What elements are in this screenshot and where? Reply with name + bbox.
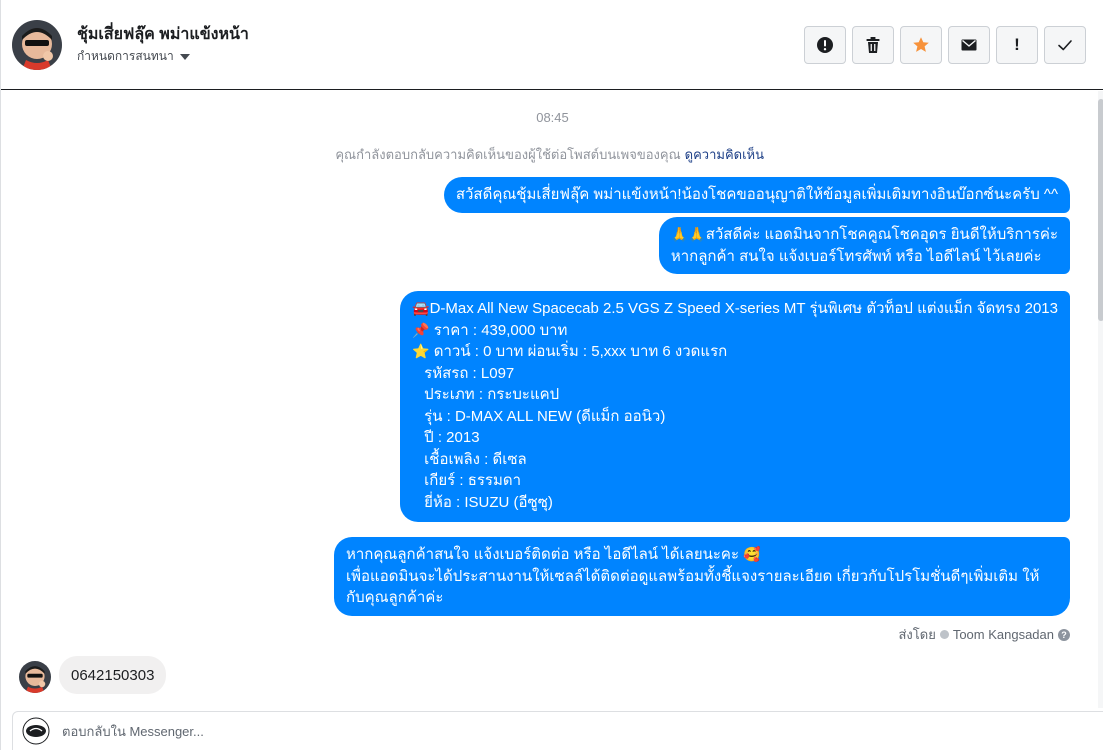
message-line: หากคุณลูกค้าสนใจ แจ้งเบอร์ติดต่อ หรือ ไอ…: [346, 544, 1058, 566]
checkmark-icon: [1058, 40, 1072, 51]
avatar-image: [12, 20, 62, 70]
listing-type: ประเภท : กระบะแคป: [424, 386, 560, 403]
message-text: หากลูกค้า สนใจ แจ้งเบอร์โทรศัพท์ หรือ ไอ…: [670, 247, 1042, 265]
message-line: ⭐ ดาวน์ : 0 บาท ผ่อนเริ่ม : 5,xxx บาท 6 …: [412, 341, 1058, 363]
message-text: 0642150303: [71, 666, 155, 684]
page-logo-image: [22, 717, 50, 745]
listing-down-payment: ดาวน์ : 0 บาท ผ่อนเริ่ม : 5,xxx บาท 6 งว…: [429, 343, 728, 360]
comment-reply-text: คุณกำลังตอบกลับความคิดเห็นของผู้ใช้ต่อโพ…: [335, 147, 681, 162]
outgoing-message-car-listing[interactable]: 🚘D-Max All New Spacecab 2.5 VGS Z Speed …: [400, 291, 1070, 522]
spam-icon: [817, 37, 833, 53]
reply-composer: [12, 711, 1103, 750]
caret-down-icon: [179, 53, 190, 60]
message-text: เพื่อแอดมินจะได้ประสานงานให้เซลล์ได้ติดต…: [346, 567, 1040, 607]
listing-price: ราคา : 439,000 บาท: [429, 321, 568, 339]
assign-conversation-dropdown[interactable]: กำหนดการสนทนา: [77, 47, 190, 66]
thread-scrollbar[interactable]: [1098, 91, 1103, 708]
star-icon: [913, 37, 929, 52]
outgoing-message[interactable]: สวัสดีคุณชุ้มเสี่ยฟลุ๊ค พม่าแข้งหน้า!น้อ…: [443, 177, 1070, 213]
view-comment-link[interactable]: ดูความคิดเห็น: [685, 147, 764, 162]
listing-brand: ยี่ห้อ : ISUZU (อีซูซุ): [424, 493, 553, 511]
sent-by-info: ส่งโดย Toom Kangsadan ?: [898, 624, 1070, 645]
envelope-icon: [961, 39, 977, 51]
listing-fuel: เชื้อเพลิง : ดีเซล: [424, 450, 527, 468]
mark-unread-button[interactable]: [948, 26, 990, 64]
message-line: 🙏🙏สวัสดีค่ะ แอดมินจากโชคคูณโชคอุดร ยินดี…: [671, 224, 1058, 246]
message-line: 📌 ราคา : 439,000 บาท: [412, 320, 1058, 342]
message-text: สวัสดีคุณชุ้มเสี่ยฟลุ๊ค พม่าแข้งหน้า!น้อ…: [455, 186, 1058, 203]
outgoing-message[interactable]: 🙏🙏สวัสดีค่ะ แอดมินจากโชคคูณโชคอุดร ยินดี…: [658, 217, 1070, 274]
reply-input[interactable]: [62, 723, 962, 739]
smiling-hearts-emoji: 🥰: [743, 546, 761, 562]
comment-reply-note: คุณกำลังตอบกลับความคิดเห็นของผู้ใช้ต่อโพ…: [335, 144, 764, 165]
assign-label: กำหนดการสนทนา: [77, 49, 174, 63]
conversation-header: ชุ้มเสี่ยฟลุ๊ค พม่าแข้งหน้า กำหนดการสนทน…: [1, 0, 1103, 90]
trash-icon: [866, 37, 880, 53]
listing-code: รหัสรถ : L097: [424, 364, 515, 382]
pray-emoji: 🙏🙏: [670, 226, 706, 242]
agent-status-icon: [939, 630, 949, 639]
message-line: 🚘D-Max All New Spacecab 2.5 VGS Z Speed …: [412, 298, 1058, 320]
message-text: หากคุณลูกค้าสนใจ แจ้งเบอร์ติดต่อ หรือ ไอ…: [346, 546, 740, 563]
contact-avatar-small[interactable]: [19, 661, 51, 693]
page-logo: [22, 717, 50, 745]
listing-year: ปี : 2013: [424, 429, 480, 446]
contact-name: ชุ้มเสี่ยฟลุ๊ค พม่าแข้งหน้า: [77, 26, 249, 43]
exclamation-icon: !: [1014, 35, 1020, 54]
message-text: สวัสดีค่ะ แอดมินจากโชคคูณโชคอุดร ยินดีให…: [705, 226, 1058, 243]
scrollbar-thumb[interactable]: [1098, 99, 1103, 321]
mark-done-button[interactable]: [1044, 26, 1086, 64]
listing-title: D-Max All New Spacecab 2.5 VGS Z Speed X…: [429, 300, 1058, 317]
mark-spam-button[interactable]: [804, 26, 846, 64]
contact-avatar[interactable]: [12, 20, 62, 70]
car-emoji: 🚘: [412, 300, 430, 316]
sent-by-label: ส่งโดย: [898, 627, 936, 642]
listing-model: รุ่น : D-MAX ALL NEW (ดีแม็ก ออนิว): [424, 407, 666, 425]
avatar-image: [19, 661, 51, 693]
star-emoji: ⭐: [412, 343, 430, 359]
message-timestamp: 08:45: [536, 110, 569, 125]
pin-emoji: 📌: [412, 321, 430, 338]
message-thread[interactable]: 08:45 คุณกำลังตอบกลับความคิดเห็นของผู้ใช…: [1, 91, 1103, 708]
follow-up-button[interactable]: !: [996, 26, 1038, 64]
messenger-inbox: ชุ้มเสี่ยฟลุ๊ค พม่าแข้งหน้า กำหนดการสนทน…: [0, 0, 1103, 750]
outgoing-message[interactable]: หากคุณลูกค้าสนใจ แจ้งเบอร์ติดต่อ หรือ ไอ…: [334, 537, 1070, 616]
delete-button[interactable]: [852, 26, 894, 64]
conversation-toolbar: !: [804, 26, 1086, 64]
sent-by-name: Toom Kangsadan: [952, 627, 1054, 642]
incoming-message[interactable]: 0642150303: [59, 656, 167, 694]
listing-gear: เกียร์ : ธรรมดา: [424, 472, 522, 489]
help-icon[interactable]: ?: [1058, 628, 1070, 641]
star-button[interactable]: [900, 26, 942, 64]
